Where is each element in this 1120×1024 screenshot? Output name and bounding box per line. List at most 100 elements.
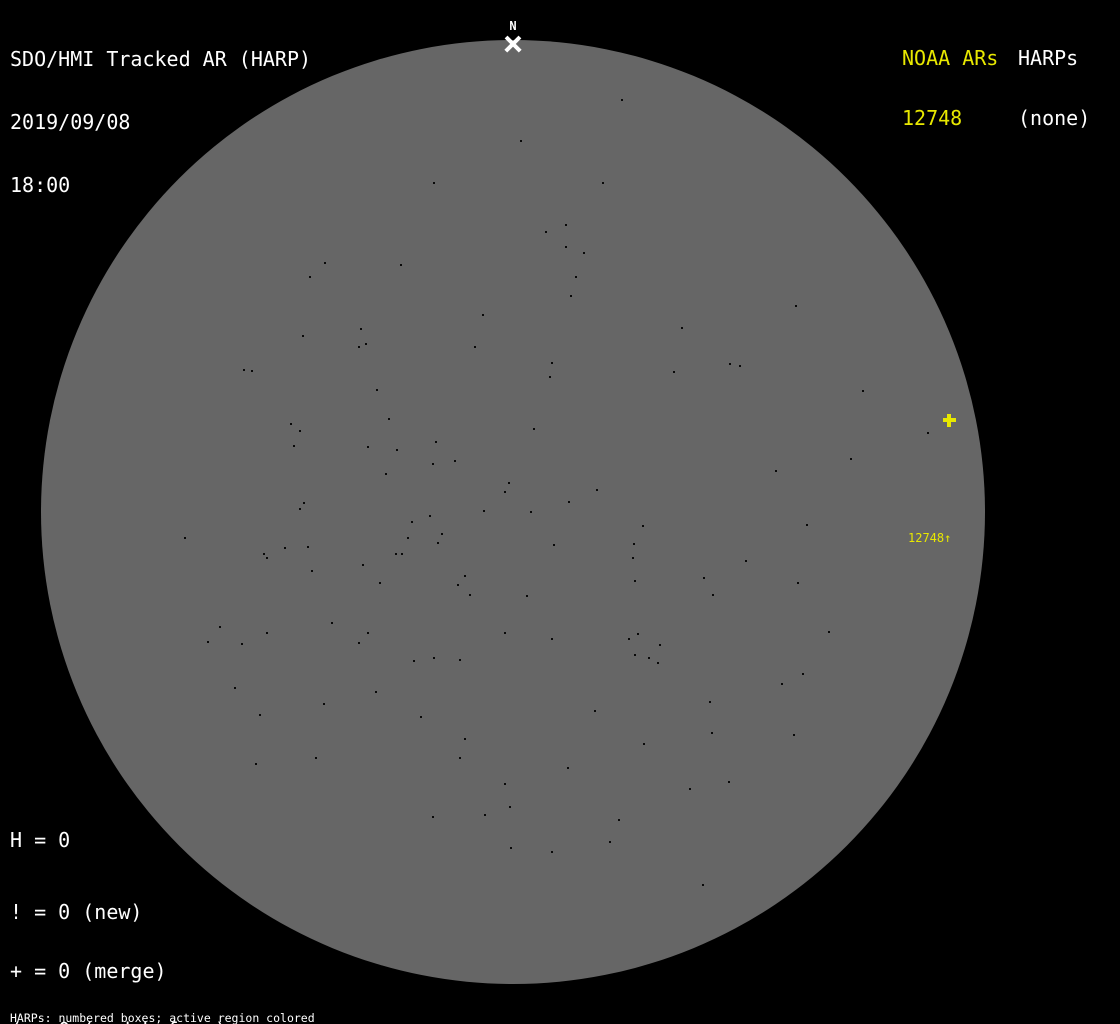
speckle-dot	[702, 884, 704, 886]
speckle-dot	[850, 458, 852, 460]
speckle-dot	[385, 473, 387, 475]
speckle-dot	[689, 788, 691, 790]
speckle-dot	[568, 501, 570, 503]
speckle-dot	[362, 564, 364, 566]
speckle-dot	[659, 644, 661, 646]
speckle-dot	[315, 757, 317, 759]
speckle-dot	[266, 632, 268, 634]
speckle-dot	[712, 594, 714, 596]
harps-value: (none)	[1018, 108, 1090, 128]
speckle-dot	[482, 314, 484, 316]
speckle-dot	[828, 631, 830, 633]
speckle-dot	[396, 449, 398, 451]
speckle-dot	[367, 632, 369, 634]
speckle-dot	[642, 525, 644, 527]
speckle-dot	[553, 544, 555, 546]
speckle-dot	[432, 816, 434, 818]
speckle-dot	[927, 432, 929, 434]
speckle-dot	[551, 638, 553, 640]
speckle-dot	[504, 491, 506, 493]
harp-count: H = 0	[10, 830, 70, 851]
noaa-ars-heading: NOAA ARs	[902, 48, 998, 68]
speckle-dot	[551, 851, 553, 853]
cross-vertical-stroke	[947, 414, 951, 427]
speckle-dot	[251, 370, 253, 372]
solar-harp-viewer: SDO/HMI Tracked AR (HARP) 2019/09/08 18:…	[0, 0, 1120, 1024]
speckle-dot	[609, 841, 611, 843]
speckle-dot	[533, 428, 535, 430]
speckle-dot	[483, 510, 485, 512]
speckle-dot	[241, 643, 243, 645]
harps-heading: HARPs	[1018, 48, 1090, 68]
speckle-dot	[633, 543, 635, 545]
speckle-dot	[570, 295, 572, 297]
speckle-dot	[309, 276, 311, 278]
speckle-dot	[437, 542, 439, 544]
speckle-dot	[567, 767, 569, 769]
speckle-dot	[284, 547, 286, 549]
speckle-dot	[411, 521, 413, 523]
speckle-dot	[793, 734, 795, 736]
speckle-dot	[510, 847, 512, 849]
north-direction-label: N	[506, 20, 520, 32]
speckle-dot	[565, 246, 567, 248]
speckle-dot	[781, 683, 783, 685]
speckle-dot	[263, 553, 265, 555]
speckle-dot	[565, 224, 567, 226]
speckle-dot	[435, 441, 437, 443]
speckle-dot	[643, 743, 645, 745]
speckle-dot	[583, 252, 585, 254]
speckle-dot	[303, 502, 305, 504]
speckle-dot	[464, 738, 466, 740]
observation-time: 18:00	[10, 175, 311, 196]
speckle-dot	[469, 594, 471, 596]
speckle-dot	[207, 641, 209, 643]
speckle-dot	[530, 511, 532, 513]
speckle-dot	[459, 757, 461, 759]
speckle-dot	[508, 482, 510, 484]
speckle-dot	[459, 659, 461, 661]
legend-item-new: ! = 0 (new)	[10, 903, 239, 923]
legend-item-merge: + = 0 (merge)	[10, 962, 239, 982]
speckle-dot	[484, 814, 486, 816]
speckle-dot	[703, 577, 705, 579]
speckle-dot	[806, 524, 808, 526]
speckle-dot	[365, 343, 367, 345]
speckle-dot	[302, 335, 304, 337]
speckle-dot	[234, 687, 236, 689]
speckle-dot	[618, 819, 620, 821]
speckle-dot	[657, 662, 659, 664]
speckle-dot	[323, 703, 325, 705]
speckle-dot	[379, 582, 381, 584]
speckle-dot	[602, 182, 604, 184]
speckle-dot	[255, 763, 257, 765]
speckle-dot	[400, 264, 402, 266]
speckle-dot	[441, 533, 443, 535]
speckle-dot	[219, 626, 221, 628]
speckle-dot	[307, 546, 309, 548]
harps-column: HARPs (none)	[1018, 8, 1090, 168]
title-block: SDO/HMI Tracked AR (HARP) 2019/09/08 18:…	[10, 7, 311, 238]
observation-date: 2019/09/08	[10, 112, 311, 133]
footer-harps-note: HARPs: numbered boxes; active region col…	[10, 1013, 412, 1024]
speckle-dot	[634, 654, 636, 656]
speckle-dot	[648, 657, 650, 659]
speckle-dot	[504, 632, 506, 634]
speckle-dot	[401, 553, 403, 555]
speckle-dot	[457, 584, 459, 586]
speckle-dot	[802, 673, 804, 675]
footer-notes: HARPs: numbered boxes; active region col…	[10, 990, 412, 1024]
speckle-dot	[420, 716, 422, 718]
speckle-dot	[358, 346, 360, 348]
speckle-dot	[709, 701, 711, 703]
speckle-dot	[728, 781, 730, 783]
speckle-dot	[290, 423, 292, 425]
speckle-dot	[376, 389, 378, 391]
speckle-dot	[575, 276, 577, 278]
speckle-dot	[474, 346, 476, 348]
noaa-ar-cross-marker	[943, 414, 956, 427]
noaa-ars-number: 12748	[902, 108, 998, 128]
speckle-dot	[311, 570, 313, 572]
page-title: SDO/HMI Tracked AR (HARP)	[10, 49, 311, 70]
speckle-dot	[551, 362, 553, 364]
